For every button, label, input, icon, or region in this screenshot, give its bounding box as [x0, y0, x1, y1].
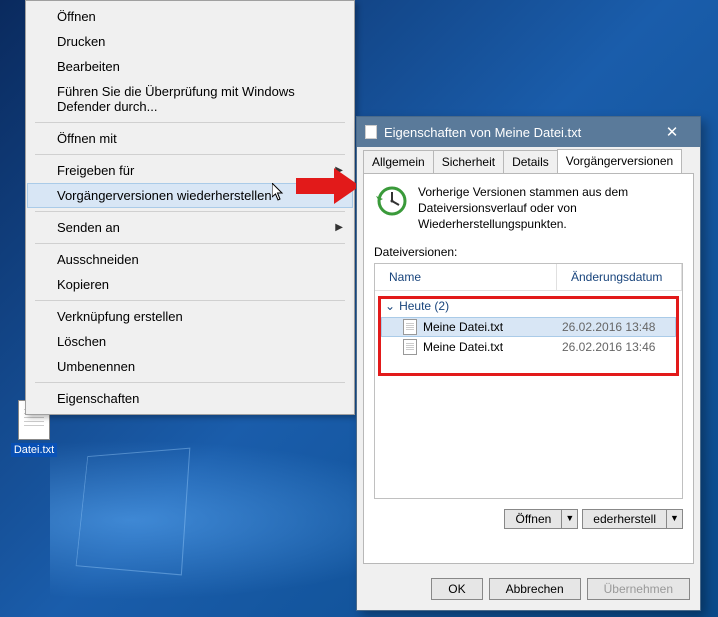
menu-item[interactable]: Kopieren — [27, 272, 353, 297]
tab-sicherheit[interactable]: Sicherheit — [433, 150, 504, 173]
dialog-buttons: OK Abbrechen Übernehmen — [357, 570, 700, 610]
menu-item[interactable]: Umbenennen — [27, 354, 353, 379]
dateiversionen-label: Dateiversionen: — [374, 245, 683, 259]
menu-item[interactable]: Führen Sie die Überprüfung mit Windows D… — [27, 79, 353, 119]
properties-dialog: Eigenschaften von Meine Datei.txt ✕ Allg… — [356, 116, 701, 611]
menu-item[interactable]: Öffnen — [27, 4, 353, 29]
file-date: 26.02.2016 13:48 — [562, 320, 672, 334]
red-arrow-icon — [294, 166, 364, 206]
action-row: Öffnen ▼ ederherstell ▼ — [374, 509, 683, 529]
menu-separator — [35, 382, 345, 383]
list-header: Name Änderungsdatum — [375, 264, 682, 291]
info-text: Vorherige Versionen stammen aus dem Date… — [418, 184, 658, 233]
cursor-icon — [272, 183, 286, 203]
column-date[interactable]: Änderungsdatum — [557, 264, 682, 290]
file-row[interactable]: Meine Datei.txt26.02.2016 13:48 — [381, 317, 676, 337]
titlebar[interactable]: Eigenschaften von Meine Datei.txt ✕ — [357, 117, 700, 147]
menu-separator — [35, 300, 345, 301]
close-button[interactable]: ✕ — [652, 123, 692, 141]
file-icon — [403, 339, 417, 355]
tab-details[interactable]: Details — [503, 150, 558, 173]
apply-button: Übernehmen — [587, 578, 690, 600]
menu-item[interactable]: Ausschneiden — [27, 247, 353, 272]
menu-separator — [35, 154, 345, 155]
dialog-title: Eigenschaften von Meine Datei.txt — [384, 125, 652, 140]
restore-button[interactable]: ederherstell — [582, 509, 667, 529]
file-name: Meine Datei.txt — [423, 320, 562, 334]
version-list[interactable]: Name Änderungsdatum ⌄ Heute (2) Meine Da… — [374, 263, 683, 499]
menu-item[interactable]: Löschen — [27, 329, 353, 354]
open-split-button[interactable]: Öffnen ▼ — [504, 509, 578, 529]
file-name: Meine Datei.txt — [423, 340, 562, 354]
cancel-button[interactable]: Abbrechen — [489, 578, 581, 600]
file-row[interactable]: Meine Datei.txt26.02.2016 13:46 — [381, 337, 676, 357]
list-body: ⌄ Heute (2) Meine Datei.txt26.02.2016 13… — [375, 291, 682, 361]
menu-item[interactable]: Drucken — [27, 29, 353, 54]
info-row: Vorherige Versionen stammen aus dem Date… — [374, 184, 683, 233]
tab-panel: Vorherige Versionen stammen aus dem Date… — [363, 173, 694, 564]
restore-dropdown[interactable]: ▼ — [667, 509, 683, 529]
menu-item[interactable]: Verknüpfung erstellen — [27, 304, 353, 329]
context-menu: ÖffnenDruckenBearbeitenFühren Sie die Üb… — [25, 0, 355, 415]
column-name[interactable]: Name — [375, 264, 557, 290]
file-icon — [403, 319, 417, 335]
menu-separator — [35, 211, 345, 212]
tab-vorganger[interactable]: Vorgängerversionen — [557, 149, 682, 173]
tab-allgemein[interactable]: Allgemein — [363, 150, 434, 173]
menu-item[interactable]: Bearbeiten — [27, 54, 353, 79]
ok-button[interactable]: OK — [431, 578, 482, 600]
group-heute[interactable]: ⌄ Heute (2) — [381, 295, 676, 317]
chevron-right-icon: ▶ — [335, 222, 343, 233]
open-button[interactable]: Öffnen — [504, 509, 562, 529]
file-icon — [365, 125, 377, 139]
menu-item[interactable]: Senden an▶ — [27, 215, 353, 240]
menu-separator — [35, 122, 345, 123]
open-dropdown[interactable]: ▼ — [562, 509, 578, 529]
tabstrip: Allgemein Sicherheit Details Vorgängerve… — [357, 147, 700, 173]
history-icon — [374, 184, 408, 218]
desktop-light-box — [76, 448, 191, 576]
menu-separator — [35, 243, 345, 244]
restore-split-button[interactable]: ederherstell ▼ — [582, 509, 683, 529]
file-date: 26.02.2016 13:46 — [562, 340, 672, 354]
desktop-file-label: Datei.txt — [11, 443, 57, 457]
chevron-down-icon: ⌄ — [385, 299, 395, 313]
menu-item[interactable]: Eigenschaften — [27, 386, 353, 411]
menu-item[interactable]: Öffnen mit — [27, 126, 353, 151]
group-label: Heute (2) — [399, 299, 449, 313]
